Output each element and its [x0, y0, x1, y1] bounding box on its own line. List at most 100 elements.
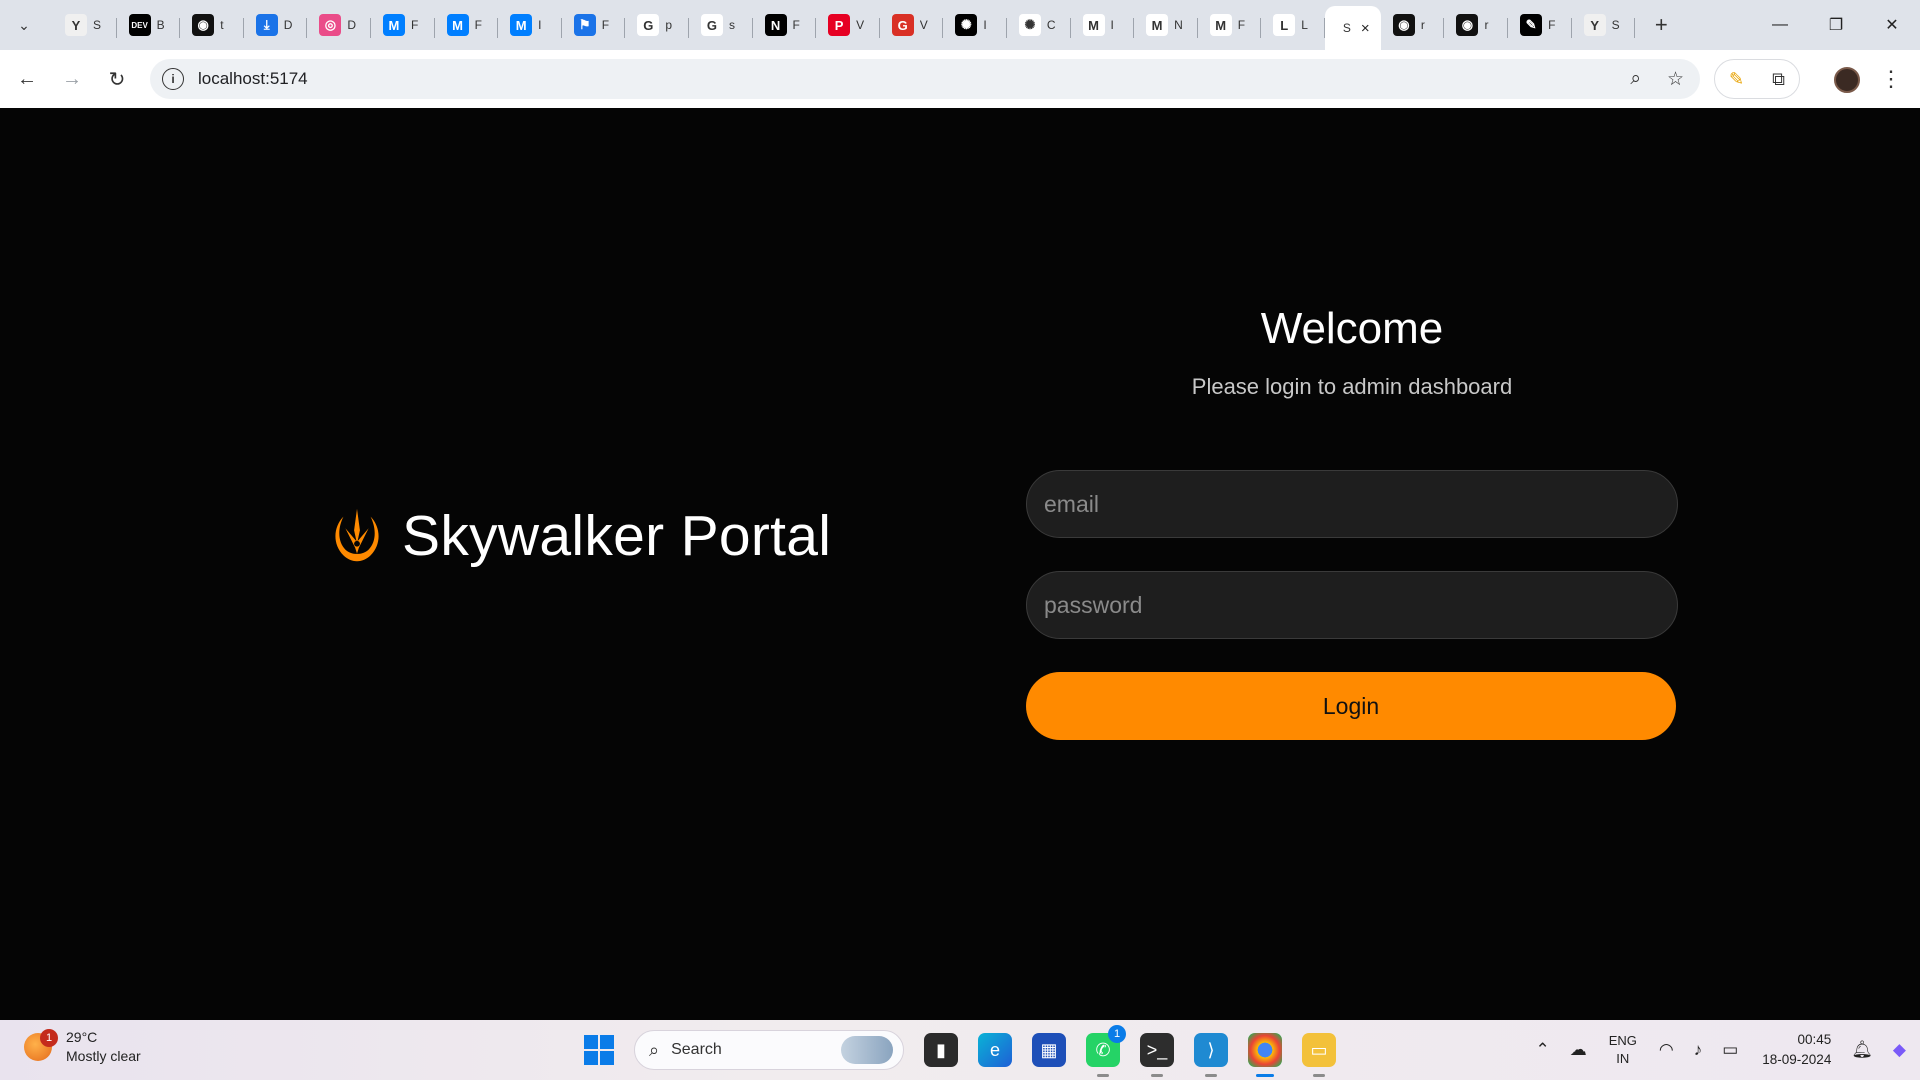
tab-title: S [1342, 21, 1351, 35]
browser-tab[interactable]: MI [1071, 6, 1135, 44]
puzzle-icon: ✎ [1520, 14, 1543, 36]
github-icon: ◉ [192, 14, 215, 36]
browser-tab[interactable]: Gp [625, 6, 689, 44]
browser-tab[interactable]: Gs [689, 6, 753, 44]
pen-extension-icon[interactable]: ✎ [1729, 69, 1744, 90]
chevron-up-icon[interactable]: ⌃ [1535, 1040, 1549, 1060]
tab-title: N [1174, 18, 1183, 32]
running-indicator [1313, 1074, 1325, 1077]
tab-search-chevron-icon[interactable]: ⌄ [9, 10, 39, 40]
google-icon: G [700, 14, 723, 36]
browser-tab[interactable]: ◉ r [1444, 6, 1508, 44]
address-url[interactable]: localhost:5174 [198, 69, 308, 89]
file-explorer-icon[interactable]: ▭ [1302, 1033, 1336, 1077]
reload-icon[interactable]: ↻ [99, 61, 135, 97]
browser-tab[interactable]: DEV B [117, 6, 181, 44]
back-arrow-icon[interactable]: ← [9, 61, 45, 97]
store-icon[interactable]: ▦ [1032, 1033, 1066, 1067]
g-red-icon: G [891, 14, 914, 36]
browser-tab[interactable]: MI [498, 6, 562, 44]
welcome-heading: Welcome [1260, 304, 1444, 353]
forward-arrow-icon[interactable]: → [54, 61, 90, 97]
brand: Skywalker Portal [326, 503, 831, 569]
password-field[interactable] [1026, 571, 1678, 639]
weather-temp: 29°C [66, 1029, 98, 1045]
browser-tab[interactable]: YS [1572, 6, 1636, 44]
y-combinator-icon: Y [65, 14, 87, 36]
search-highlight-image [841, 1036, 893, 1064]
tab-title: V [856, 18, 865, 32]
tab-title: p [665, 18, 673, 32]
site-info-icon[interactable]: i [162, 68, 184, 90]
browser-tab[interactable]: MF [371, 6, 435, 44]
tab-title: S [93, 18, 102, 32]
browser-tab[interactable]: ⤓ D [244, 6, 308, 44]
address-bar[interactable]: i localhost:5174 ⌕ ☆ [150, 59, 1700, 99]
github-icon: ◉ [1392, 14, 1415, 36]
tab-title: s [728, 18, 735, 32]
search-icon: ⌕ [649, 1039, 660, 1060]
mui-icon: M [510, 14, 533, 36]
region-code: IN [1616, 1051, 1630, 1066]
running-indicator [1151, 1074, 1163, 1077]
vscode-icon[interactable]: ⟩ [1194, 1033, 1228, 1077]
browser-tab[interactable]: LL [1261, 6, 1325, 44]
browser-tab[interactable]: ⚑ F [562, 6, 626, 44]
onedrive-icon[interactable]: ☁ [1570, 1040, 1587, 1060]
tab-title: F [601, 18, 610, 32]
weather-desc: Mostly clear [66, 1048, 141, 1064]
browser-tab-strip: ⌄ Y S DEV B ◉ t ⤓ D ◎ D M F M F M I ⚑ F Gp Gs N F P V G V ✺ I ✺ C M I M N… [0, 0, 1920, 50]
browser-tab[interactable]: ✺ I [943, 6, 1007, 44]
copilot-icon[interactable]: ◆ [1893, 1040, 1906, 1060]
browser-tab[interactable]: ◉ t [180, 6, 244, 44]
taskbar-search[interactable]: ⌕ Search [634, 1030, 904, 1070]
tab-title: r [1484, 18, 1489, 32]
mui-icon: M [382, 14, 405, 36]
task-view-icon[interactable]: ▮ [924, 1033, 958, 1067]
lang-code: ENG [1608, 1033, 1637, 1048]
browser-tab[interactable]: ◉ r [1381, 6, 1445, 44]
login-button[interactable]: Login [1026, 672, 1676, 740]
language-indicator[interactable]: ENG IN [1609, 1032, 1637, 1068]
browser-tab[interactable]: ◎ D [307, 6, 371, 44]
active-tab[interactable]: S × [1324, 6, 1381, 50]
new-tab-button[interactable]: + [1643, 7, 1679, 43]
tab-title: I [983, 18, 987, 32]
browser-tab[interactable]: YS [53, 6, 117, 44]
close-tab-icon[interactable]: × [1361, 20, 1370, 37]
browser-tab[interactable]: ✎ F [1508, 6, 1572, 44]
close-window-icon[interactable]: ✕ [1864, 0, 1920, 50]
tab-title: r [1420, 18, 1425, 32]
bookmark-star-icon[interactable]: ☆ [1667, 68, 1684, 91]
minimize-icon[interactable]: — [1752, 0, 1808, 50]
tab-title: S [1611, 18, 1620, 32]
battery-icon[interactable]: ▭ [1722, 1040, 1738, 1060]
browser-tab[interactable]: MN [1134, 6, 1198, 44]
wifi-icon[interactable]: ◠ [1659, 1040, 1674, 1060]
windows-start-icon[interactable] [584, 1035, 614, 1065]
email-field[interactable] [1026, 470, 1678, 538]
browser-tab[interactable]: PV [816, 6, 880, 44]
zoom-icon[interactable]: ⌕ [1630, 68, 1641, 90]
browser-tab[interactable]: ✺ C [1007, 6, 1071, 44]
edge-icon[interactable]: e [978, 1033, 1012, 1067]
weather-sun-icon: 1 [24, 1029, 58, 1061]
chrome-icon[interactable] [1248, 1033, 1282, 1077]
gmail-icon: M [1146, 14, 1169, 36]
terminal-icon[interactable]: >_ [1140, 1033, 1174, 1077]
volume-icon[interactable]: ♪ [1694, 1040, 1703, 1060]
clock[interactable]: 00:45 18-09-2024 [1762, 1030, 1831, 1070]
notification-bell-icon[interactable]: 🔔︎ [1851, 1040, 1873, 1060]
browser-tab[interactable]: MF [1198, 6, 1262, 44]
browser-tab[interactable]: GV [880, 6, 944, 44]
browser-menu-icon[interactable]: ⋮ [1880, 65, 1902, 93]
weather-widget[interactable]: 1 29°C Mostly clear [24, 1028, 141, 1066]
profile-avatar[interactable] [1834, 67, 1860, 93]
whatsapp-icon[interactable]: ✆ 1 [1086, 1025, 1126, 1077]
login-page: Skywalker Portal Welcome Please login to… [0, 108, 1920, 1020]
restore-icon[interactable]: ❐ [1808, 0, 1864, 50]
tab-title: F [410, 18, 419, 32]
browser-tab[interactable]: MF [435, 6, 499, 44]
puzzle-extensions-icon[interactable]: ⧉ [1772, 69, 1785, 90]
browser-tab[interactable]: NF [753, 6, 817, 44]
